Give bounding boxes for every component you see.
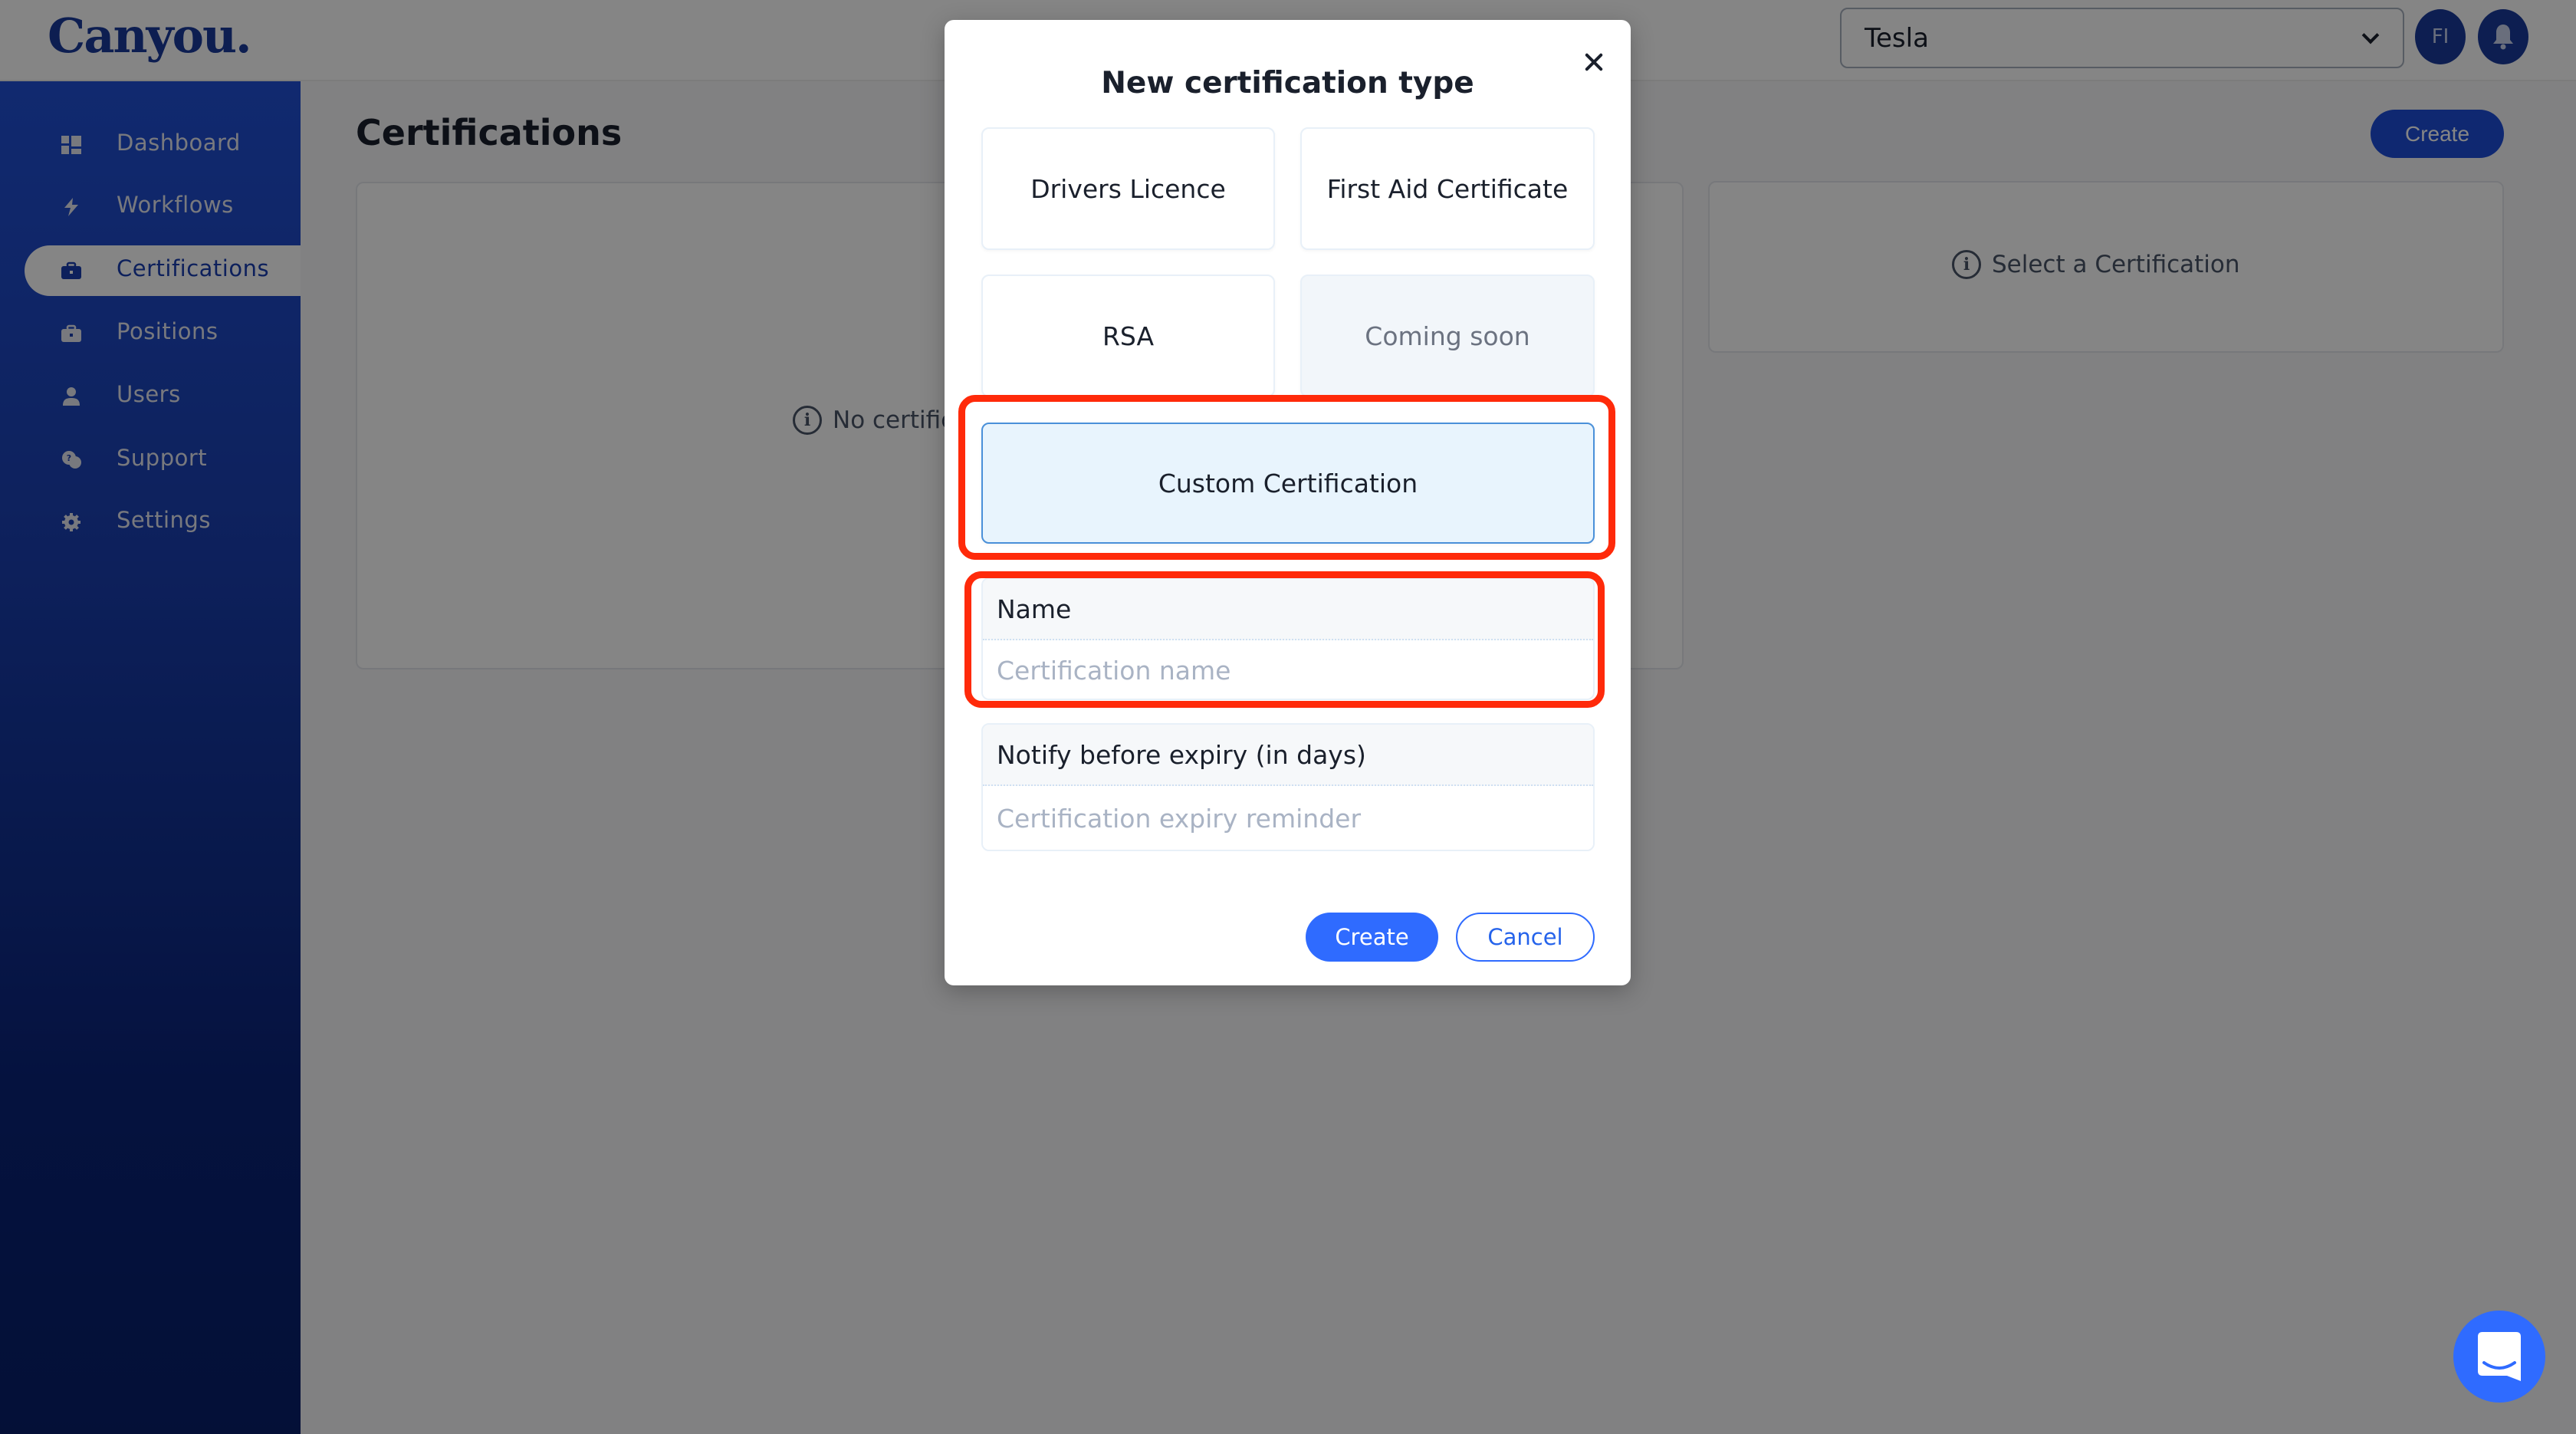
expiry-reminder-input[interactable] [983, 786, 1593, 850]
modal-create-button[interactable]: Create [1306, 913, 1438, 962]
close-icon[interactable] [1575, 43, 1613, 81]
option-label: First Aid Certificate [1326, 173, 1569, 204]
modal-cancel-button[interactable]: Cancel [1456, 913, 1595, 962]
notify-field: Notify before expiry (in days) [981, 723, 1595, 851]
modal-title: New certification type [1101, 66, 1474, 100]
chat-launcher-button[interactable] [2453, 1311, 2545, 1403]
chat-icon [2478, 1332, 2521, 1381]
certification-name-input[interactable] [983, 640, 1593, 699]
option-drivers-licence[interactable]: Drivers Licence [981, 127, 1275, 250]
option-coming-soon: Coming soon [1300, 275, 1595, 397]
option-label: Custom Certification [1158, 468, 1418, 498]
option-label: Coming soon [1365, 321, 1530, 351]
notify-field-label: Notify before expiry (in days) [983, 725, 1593, 786]
option-label: RSA [1102, 321, 1155, 351]
new-certification-modal: New certification type Drivers Licence F… [945, 20, 1631, 985]
option-rsa[interactable]: RSA [981, 275, 1275, 397]
option-custom-certification[interactable]: Custom Certification [981, 423, 1595, 544]
name-field-label: Name [983, 579, 1593, 640]
option-first-aid-certificate[interactable]: First Aid Certificate [1300, 127, 1595, 250]
option-label: Drivers Licence [1030, 173, 1226, 204]
name-field: Name [981, 577, 1595, 700]
